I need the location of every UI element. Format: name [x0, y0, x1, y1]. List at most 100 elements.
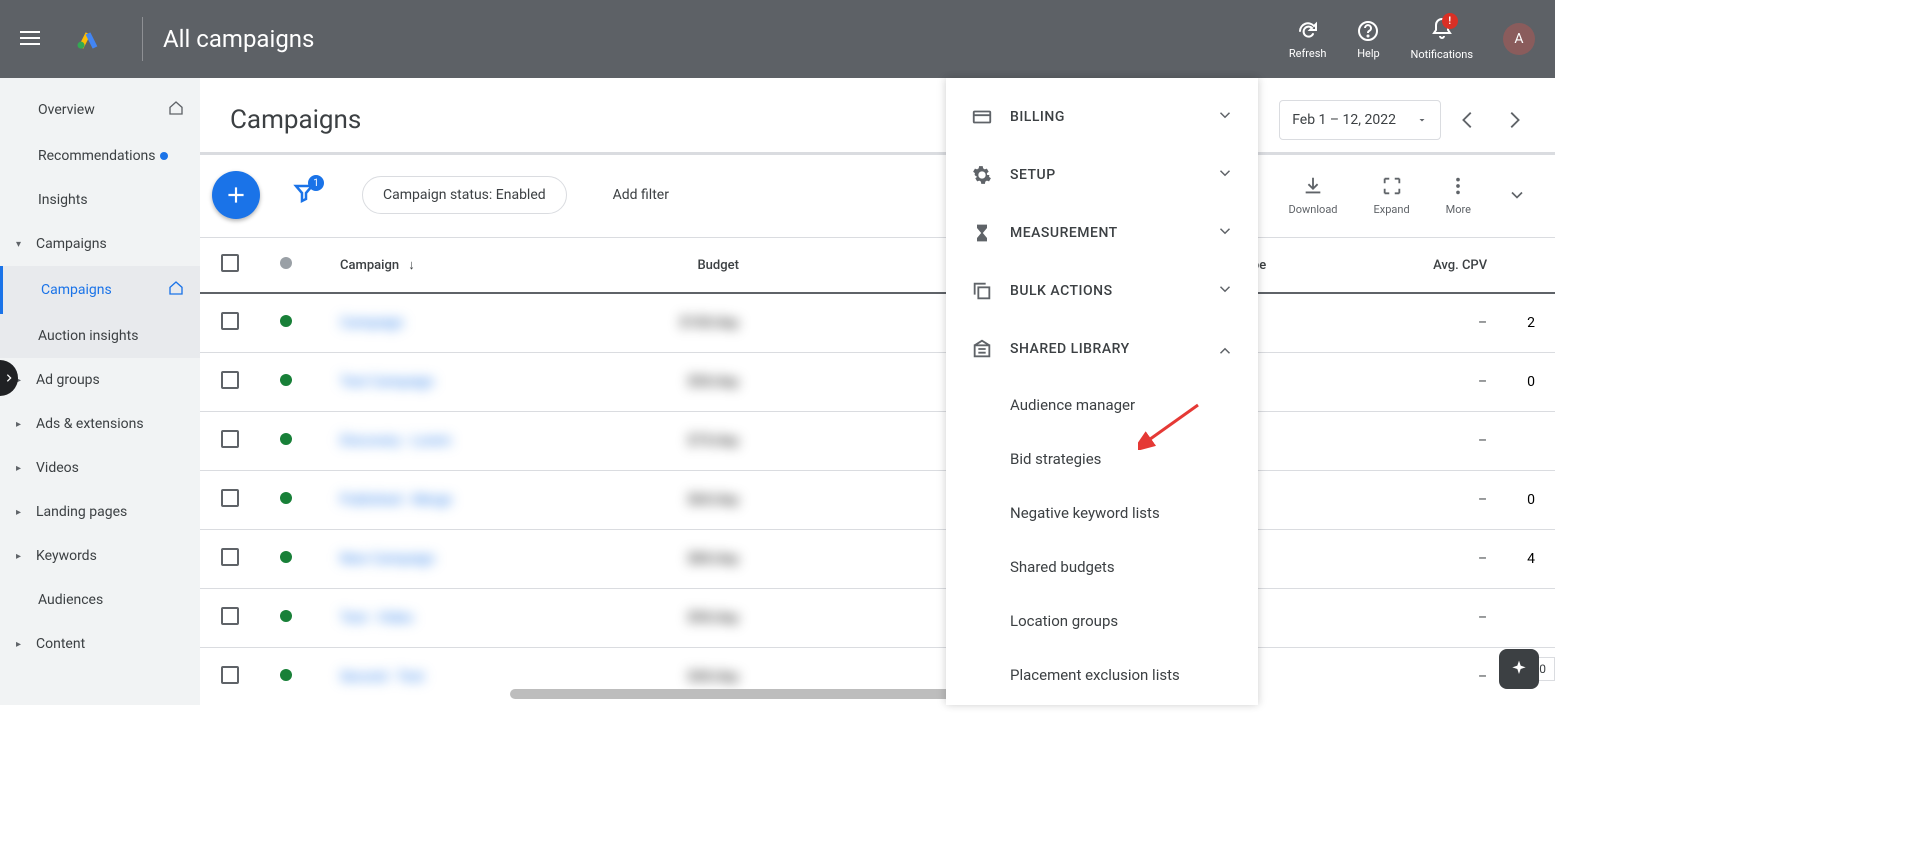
- avatar[interactable]: A: [1503, 23, 1535, 55]
- row-campaign-name[interactable]: Published - Merge: [320, 471, 559, 530]
- row-checkbox[interactable]: [200, 648, 260, 706]
- avg-cpv-header[interactable]: Avg. CPV: [1359, 238, 1507, 293]
- date-next-button[interactable]: [1503, 109, 1525, 131]
- row-budget: $100/day: [559, 293, 759, 353]
- row-campaign-name[interactable]: Discovery - Lorem: [320, 412, 559, 471]
- sidebar-item-campaigns[interactable]: Campaigns: [0, 266, 200, 314]
- sidebar-label: Overview: [38, 102, 95, 118]
- panel-section-bulk-actions[interactable]: BULK ACTIONS: [946, 262, 1258, 320]
- table-row[interactable]: Campaign $100/day Video – 2: [200, 293, 1555, 353]
- app-header: All campaigns Refresh Help ! Notificatio…: [0, 0, 1555, 78]
- row-campaign-name[interactable]: Test - Video: [320, 589, 559, 648]
- sidebar-item-content[interactable]: ▸ Content: [0, 622, 200, 666]
- row-budget: $60/day: [559, 471, 759, 530]
- row-extra: 0: [1507, 353, 1555, 412]
- table-row[interactable]: Published - Merge $60/day Video – 0: [200, 471, 1555, 530]
- header-divider: [142, 17, 143, 61]
- row-campaign-name[interactable]: Test Campaign: [320, 353, 559, 412]
- more-button[interactable]: More: [1446, 175, 1471, 216]
- row-checkbox[interactable]: [200, 293, 260, 353]
- sidebar-item-landing-pages[interactable]: ▸ Landing pages: [0, 490, 200, 534]
- sidebar-item-recommendations[interactable]: Recommendations: [0, 134, 200, 178]
- panel-section-billing[interactable]: BILLING: [946, 88, 1258, 146]
- panel-section-setup[interactable]: SETUP: [946, 146, 1258, 204]
- panel-sub-location-groups[interactable]: Location groups: [946, 594, 1258, 648]
- caret-right-icon: ▸: [16, 463, 26, 474]
- row-status[interactable]: [260, 412, 320, 471]
- table-row[interactable]: Test - Video $90/day Video –: [200, 589, 1555, 648]
- row-status[interactable]: [260, 648, 320, 706]
- refresh-button[interactable]: Refresh: [1289, 19, 1327, 60]
- menu-icon[interactable]: [20, 27, 44, 51]
- status-header[interactable]: [260, 238, 320, 293]
- row-checkbox[interactable]: [200, 471, 260, 530]
- row-checkbox[interactable]: [200, 412, 260, 471]
- table-row[interactable]: New Campaign $80/day Video – 4: [200, 530, 1555, 589]
- panel-sub-shared-budgets[interactable]: Shared budgets: [946, 540, 1258, 594]
- panel-section-measurement[interactable]: MEASUREMENT: [946, 204, 1258, 262]
- campaign-header[interactable]: Campaign ↓: [320, 238, 559, 293]
- google-ads-logo[interactable]: [74, 23, 102, 55]
- help-button[interactable]: Help: [1356, 19, 1380, 60]
- notifications-button[interactable]: ! Notifications: [1410, 17, 1473, 61]
- add-filter-link[interactable]: Add filter: [613, 187, 669, 203]
- table-row[interactable]: Discovery - Lorem $75/day Video –: [200, 412, 1555, 471]
- expand-button[interactable]: Expand: [1374, 175, 1410, 216]
- sidebar-item-overview[interactable]: Overview: [0, 86, 200, 134]
- row-campaign-name[interactable]: Campaign: [320, 293, 559, 353]
- notification-badge: !: [1442, 13, 1458, 29]
- panel-sub-bid-strategies[interactable]: Bid strategies: [946, 432, 1258, 486]
- collapse-toolbar-button[interactable]: [1507, 185, 1527, 205]
- caret-right-icon: ▸: [16, 639, 26, 650]
- panel-sub-negative-keyword-lists[interactable]: Negative keyword lists: [946, 486, 1258, 540]
- copy-icon: [970, 280, 994, 302]
- sidebar-item-keywords[interactable]: ▸ Keywords: [0, 534, 200, 578]
- help-label: Help: [1357, 47, 1380, 60]
- table-row[interactable]: Test Campaign $50/day Video – 0: [200, 353, 1555, 412]
- sidebar-item-ad-groups[interactable]: ▸ Ad groups: [0, 358, 200, 402]
- sidebar-item-auction-insights[interactable]: Auction insights: [0, 314, 200, 358]
- tools-panel: BILLING SETUP MEASUREMENT BULK ACTIONS S…: [946, 78, 1258, 705]
- row-campaign-name[interactable]: New Campaign: [320, 530, 559, 589]
- filter-button[interactable]: 1: [292, 181, 316, 209]
- budget-header[interactable]: Budget: [559, 238, 759, 293]
- sidebar-label: Campaigns: [41, 282, 112, 298]
- row-status[interactable]: [260, 471, 320, 530]
- row-extra: 2: [1507, 293, 1555, 353]
- notifications-label: Notifications: [1410, 48, 1473, 61]
- sidebar-label: Ads & extensions: [36, 416, 144, 432]
- select-all-header[interactable]: [200, 238, 260, 293]
- sidebar-item-audiences[interactable]: Audiences: [0, 578, 200, 622]
- sidebar-label: Campaigns: [36, 236, 107, 252]
- panel-section-shared-library[interactable]: SHARED LIBRARY: [946, 320, 1258, 378]
- row-status[interactable]: [260, 530, 320, 589]
- row-avg-cpv: –: [1359, 530, 1507, 589]
- panel-sub-placement-exclusion-lists[interactable]: Placement exclusion lists: [946, 648, 1258, 702]
- row-checkbox[interactable]: [200, 530, 260, 589]
- row-budget: $90/day: [559, 589, 759, 648]
- row-status[interactable]: [260, 353, 320, 412]
- date-range-picker[interactable]: Feb 1 – 12, 2022: [1279, 100, 1441, 140]
- row-budget: $75/day: [559, 412, 759, 471]
- row-checkbox[interactable]: [200, 353, 260, 412]
- panel-sub-audience-manager[interactable]: Audience manager: [946, 378, 1258, 432]
- main-content: Campaigns Feb 1 – 12, 2022 1 Campaign st…: [200, 78, 1555, 705]
- sidebar-item-insights[interactable]: Insights: [0, 178, 200, 222]
- filter-chip-status[interactable]: Campaign status: Enabled: [362, 176, 567, 214]
- date-prev-button[interactable]: [1457, 109, 1479, 131]
- campaigns-table: Campaign ↓ Budget Campaign type Avg. CPV…: [200, 238, 1555, 705]
- download-button[interactable]: Download: [1289, 175, 1338, 216]
- gear-icon: [970, 164, 994, 186]
- row-status[interactable]: [260, 293, 320, 353]
- sidebar-item-campaigns-group[interactable]: ▾ Campaigns: [0, 222, 200, 266]
- library-icon: [970, 338, 994, 360]
- chevron-down-icon: [1216, 222, 1234, 244]
- create-campaign-button[interactable]: [212, 171, 260, 219]
- panel-sub-asset-library[interactable]: Asset Library NEW: [946, 702, 1258, 705]
- row-checkbox[interactable]: [200, 589, 260, 648]
- assist-button[interactable]: [1499, 649, 1539, 689]
- card-icon: [970, 106, 994, 128]
- row-status[interactable]: [260, 589, 320, 648]
- sidebar-item-ads-extensions[interactable]: ▸ Ads & extensions: [0, 402, 200, 446]
- sidebar-item-videos[interactable]: ▸ Videos: [0, 446, 200, 490]
